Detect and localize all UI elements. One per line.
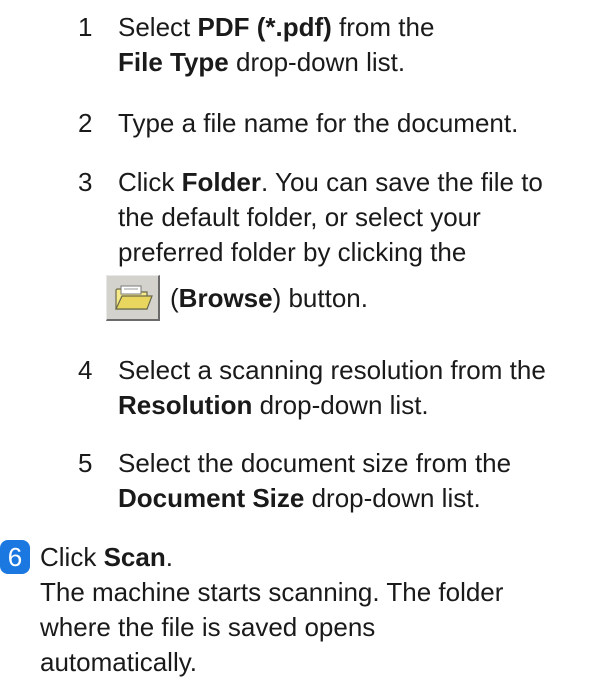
step-text: Select a scanning resolution from the Re… [118,353,616,423]
step-line: Document Size drop-down list. [118,481,616,516]
folder-icon [115,285,153,310]
text: from the [331,12,435,42]
text: . [165,542,173,572]
step-line: Click Scan. [40,540,616,575]
step-line: Type a file name for the document. [118,108,519,138]
text: Select [118,12,198,42]
step-line: preferred folder by clicking the [118,237,467,267]
step-number: 4 [78,355,93,385]
browse-label: Browse [178,282,273,313]
step-6-badge: 6 [0,540,30,574]
step-text: Select PDF (*.pdf) from the File Type dr… [118,10,616,80]
step-line: the default folder, or select your [118,202,481,232]
text: drop-down list. [304,483,481,513]
step-line: automatically. [40,647,198,677]
browse-caption: (Browse) button. [170,281,368,316]
text: ( [170,282,179,313]
step-text: Type a file name for the document. [118,106,616,141]
step-line: Select PDF (*.pdf) from the [118,10,616,45]
step-line: The machine starts scanning. The folder [40,577,504,607]
step-line: File Type drop-down list. [118,45,616,80]
step-line: Select a scanning resolution from the [118,355,546,385]
text: drop-down list. [228,47,406,77]
step-line: Click Folder. You can save the file to [118,165,616,200]
text: ) button. [272,282,368,313]
text: . You can save the file to [261,167,543,197]
browse-line: (Browse) button. [106,275,368,321]
scan-label: Scan [103,542,166,572]
text: Click [118,167,182,197]
step-line: Select the document size from the [118,448,512,478]
step-text: Click Folder. You can save the file to t… [118,165,616,270]
step-line: where the file is saved opens [40,612,376,642]
resolution-label: Resolution [118,390,253,420]
step-text: Select the document size from the Docume… [118,446,616,516]
step-text: Click Scan. The machine starts scanning.… [40,540,616,680]
file-type-label: File Type [118,47,229,77]
folder-label: Folder [181,167,262,197]
text: drop-down list. [252,390,429,420]
step-number: 2 [78,108,93,138]
step-number: 5 [78,448,93,478]
pdf-option-label: PDF (*.pdf) [197,12,332,42]
step-number: 1 [78,12,93,42]
browse-button[interactable] [106,275,160,321]
step-number: 3 [78,167,93,197]
step-line: Resolution drop-down list. [118,388,616,423]
document-size-label: Document Size [118,483,305,513]
text: Click [40,542,104,572]
